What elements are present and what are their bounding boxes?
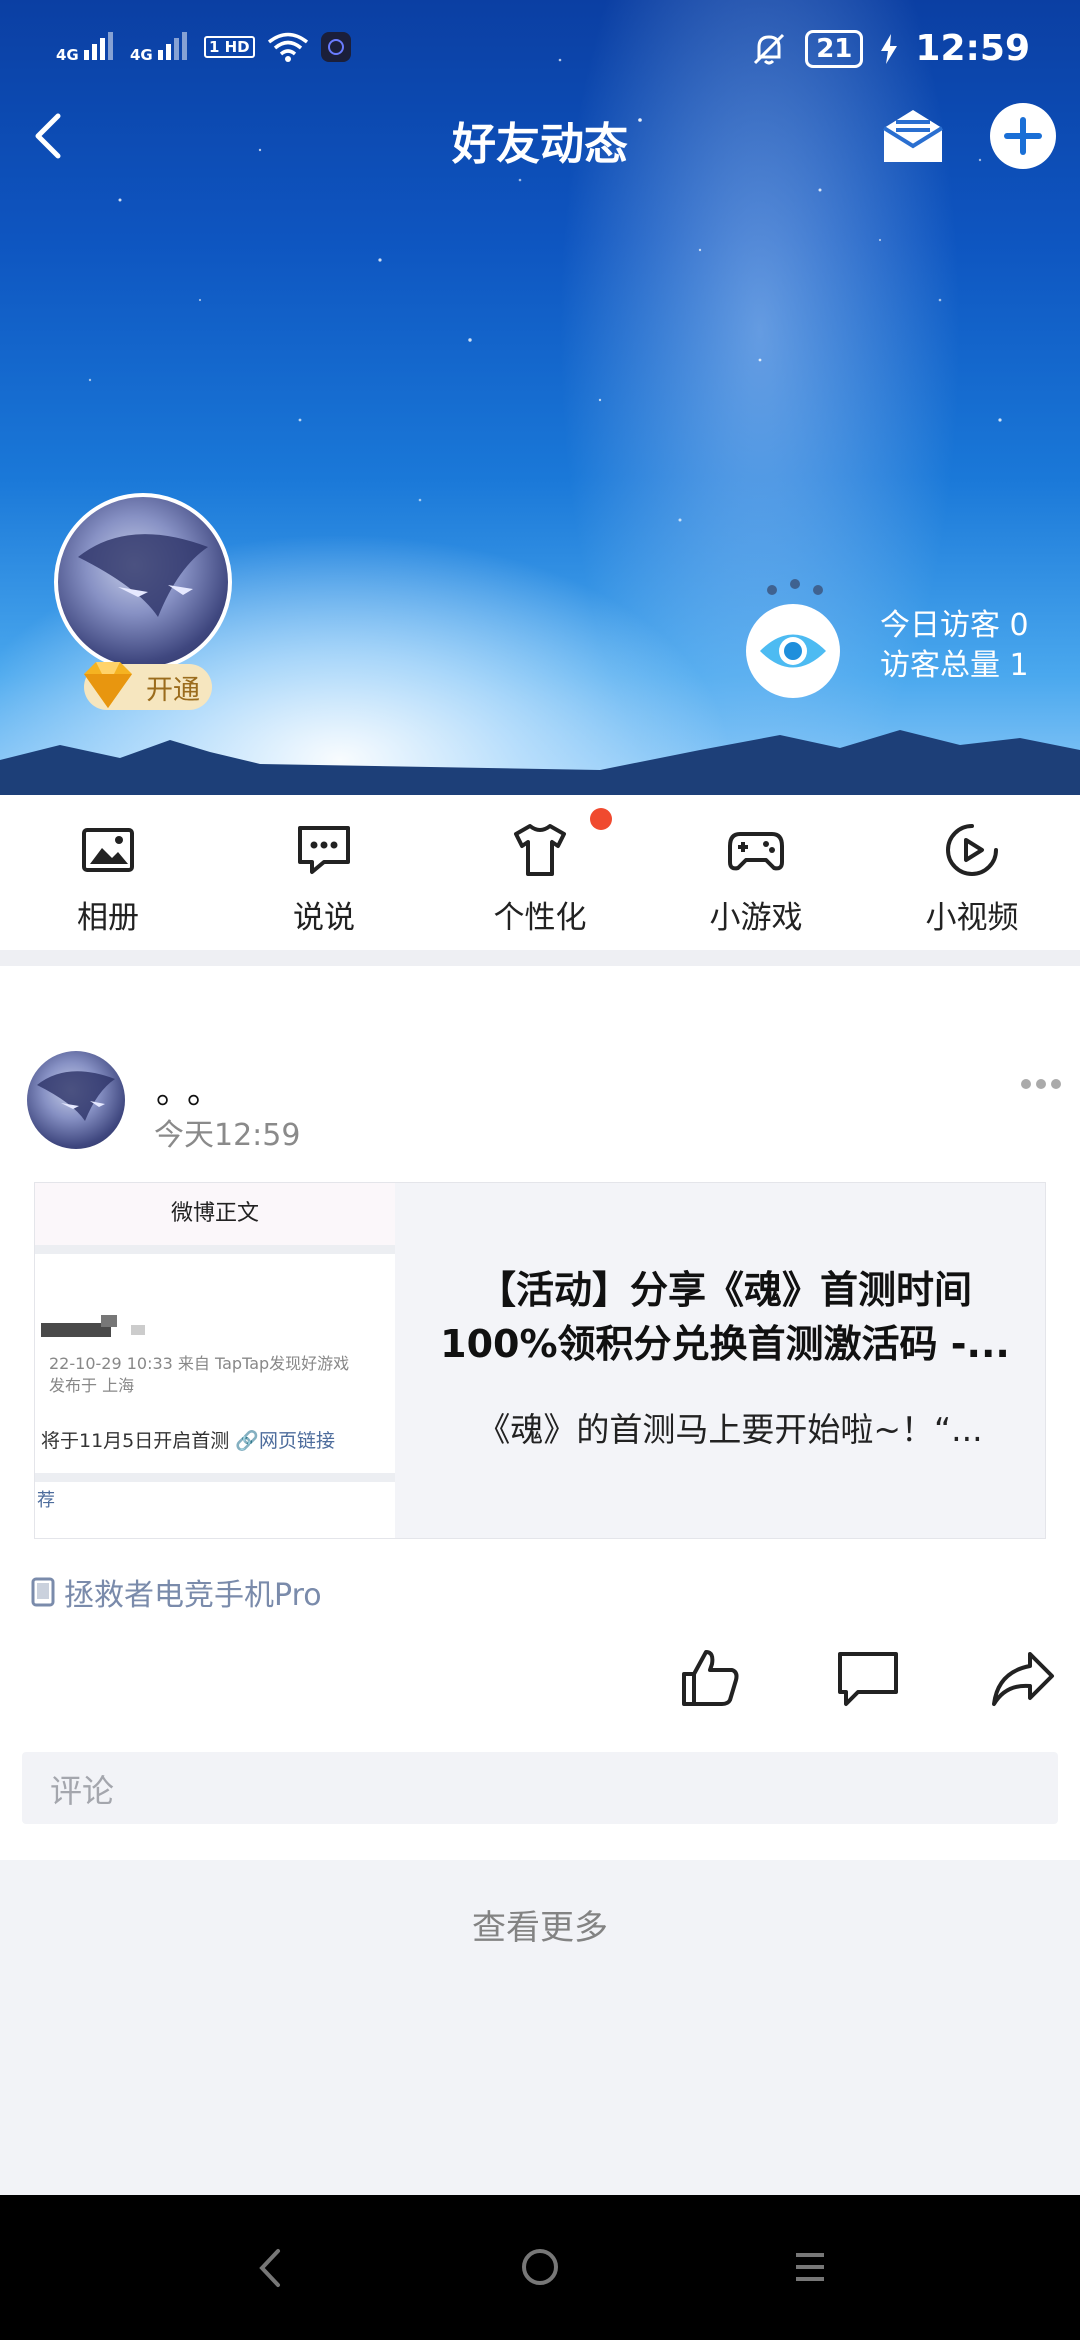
eye-icon <box>760 634 826 668</box>
avatar-art <box>37 1071 115 1121</box>
signal-bars-icon <box>83 32 113 60</box>
comment-input[interactable]: 评论 <box>22 1752 1058 1824</box>
signal-4g-icon-2: 4G <box>130 30 192 64</box>
feature-personalize[interactable]: 个性化 <box>432 795 648 950</box>
bell-muted-icon <box>754 33 785 64</box>
nav-home-icon[interactable] <box>518 2245 562 2289</box>
signal-label: 4G <box>56 46 79 64</box>
profile-avatar[interactable] <box>54 493 232 671</box>
link-card-title: 【活动】分享《魂》首测时间100%领积分兑换首测激活码 -... <box>440 1268 1010 1366</box>
clock: 12:59 <box>915 28 1030 69</box>
thumb-meta: 22-10-29 10:33 来自 TapTap发现好游戏 发布于 上海 <box>49 1353 349 1397</box>
link-thumbnail: 微博正文 22-10-29 10:33 来自 TapTap发现好游戏 发布于 上… <box>35 1183 395 1538</box>
avatar-art <box>78 534 208 617</box>
feature-label: 小游戏 <box>709 900 803 936</box>
feature-minivideo[interactable]: 小视频 <box>864 795 1080 950</box>
top-navbar: 好友动态 <box>0 100 1080 172</box>
nav-menu-icon[interactable] <box>792 2247 828 2287</box>
visitor-stats[interactable]: 今日访客 0 访客总量 1 <box>880 606 1029 686</box>
device-name: 拯救者电竞手机Pro <box>64 1578 322 1613</box>
more-options-icon[interactable] <box>1020 1078 1062 1090</box>
signal-label: 4G <box>129 46 153 64</box>
share-icon[interactable] <box>990 1650 1056 1708</box>
see-more-link[interactable]: 查看更多 <box>0 1900 1080 1949</box>
feature-minigame[interactable]: 小游戏 <box>648 795 864 950</box>
mail-icon[interactable] <box>880 106 946 166</box>
new-badge-dot <box>590 808 612 830</box>
visitors-button[interactable] <box>746 604 840 698</box>
shared-link-card[interactable]: 微博正文 22-10-29 10:33 来自 TapTap发现好游戏 发布于 上… <box>34 1182 1046 1539</box>
status-right: 21 12:59 <box>751 28 1030 69</box>
feature-album[interactable]: 相册 <box>0 795 216 950</box>
thumb-divider <box>35 1473 395 1482</box>
vip-label: 开通 <box>146 675 200 706</box>
vip-open-badge[interactable]: 开通 <box>84 662 212 710</box>
comment-icon[interactable] <box>836 1650 900 1708</box>
charging-icon <box>881 33 898 64</box>
thumb-divider <box>35 1245 395 1254</box>
hd-icon: 1 HD <box>203 36 255 58</box>
thumb-meta-line: 22-10-29 10:33 来自 TapTap发现好游戏 <box>49 1354 350 1373</box>
post-author-name[interactable]: 。。 <box>156 1064 235 1113</box>
feature-shuoshuo[interactable]: 说说 <box>216 795 432 950</box>
signal-4g-icon: 4G <box>56 30 118 64</box>
thumb-link-label: 网页链接 <box>258 1430 335 1452</box>
post-avatar[interactable] <box>27 1051 125 1149</box>
device-source: 拯救者电竞手机Pro <box>30 1570 322 1614</box>
battery-indicator: 21 <box>805 29 864 68</box>
visitors-total: 访客总量 1 <box>880 648 1029 683</box>
plus-icon <box>1004 117 1042 155</box>
gamepad-icon <box>728 832 784 871</box>
status-left: 4G 4G 1 HD <box>56 30 351 64</box>
photo-album-icon <box>82 828 134 872</box>
tshirt-icon <box>514 824 566 876</box>
feed-post: 。。 今天12:59 微博正文 22-10-29 10:33 来自 TapTap… <box>0 966 1080 1860</box>
cover-banner: 4G 4G 1 HD 21 12:59 好友动态 开通 今日访客 0 访客总量 … <box>0 0 1080 795</box>
status-bar: 4G 4G 1 HD 21 12:59 <box>0 0 1080 105</box>
thumb-meta-line: 发布于 上海 <box>49 1376 135 1395</box>
comment-placeholder: 评论 <box>50 1772 115 1810</box>
section-divider <box>0 950 1080 966</box>
sparkle-dots <box>767 579 823 595</box>
thumb-text-main: 将于11月5日开启首测 <box>41 1430 230 1452</box>
feature-label: 说说 <box>293 900 355 936</box>
signal-bars-icon <box>157 32 187 60</box>
app-notification-icon <box>320 32 351 62</box>
feature-label: 相册 <box>77 900 139 936</box>
diamond-icon <box>84 662 132 708</box>
feature-label: 小视频 <box>925 900 1019 936</box>
blurred-username <box>41 1315 145 1337</box>
nav-back-icon[interactable] <box>252 2243 288 2293</box>
phone-icon <box>31 1577 55 1607</box>
thumb-rec: 荐 <box>37 1490 55 1511</box>
thumb-text: 将于11月5日开启首测 🔗网页链接 <box>41 1426 335 1453</box>
wifi-icon <box>267 32 308 62</box>
feature-label: 个性化 <box>493 900 587 936</box>
like-icon[interactable] <box>678 1646 742 1710</box>
thumb-title: 微博正文 <box>35 1183 395 1245</box>
add-post-button[interactable] <box>990 103 1056 169</box>
thumb-link: 🔗网页链接 <box>235 1430 335 1452</box>
play-circle-icon <box>946 824 998 876</box>
feature-row: 相册 说说 个性化 小游戏 小视频 <box>0 795 1080 950</box>
link-card-description: 《魂》的首测马上要开始啦~！“... <box>477 1410 983 1449</box>
visitors-today: 今日访客 0 <box>880 608 1029 643</box>
system-navigation-bar <box>0 2195 1080 2340</box>
post-time: 今天12:59 <box>154 1118 301 1153</box>
chat-bubble-icon <box>298 826 350 874</box>
